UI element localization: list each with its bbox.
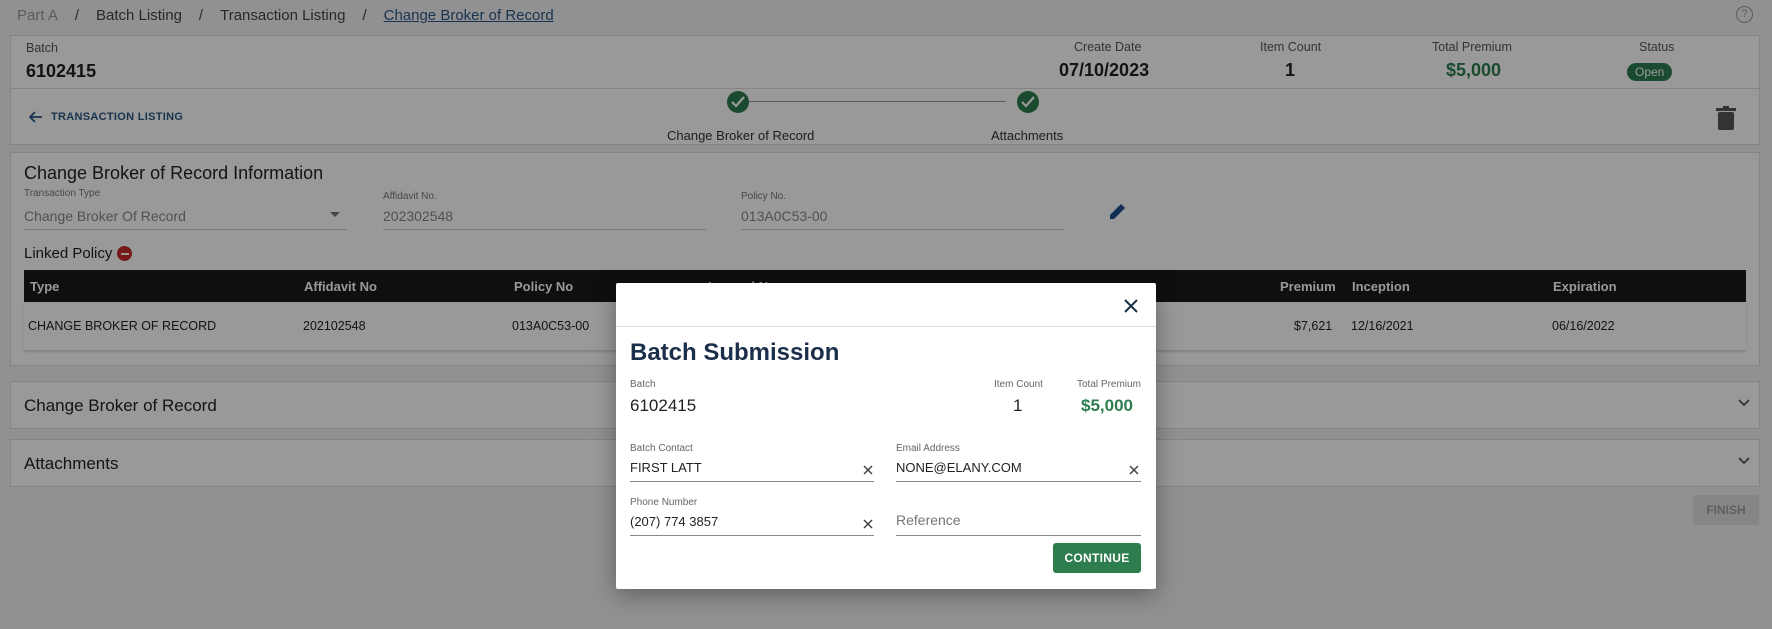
modal-item-count-value: 1 [1013, 396, 1023, 415]
phone-input[interactable]: (207) 774 3857 [630, 514, 718, 529]
field-underline [896, 535, 1141, 536]
close-icon[interactable] [1122, 297, 1140, 315]
modal-total-premium-value: $5,000 [1081, 396, 1133, 415]
phone-label: Phone Number [630, 497, 698, 508]
email-input[interactable]: NONE@ELANY.COM [896, 460, 1022, 475]
modal-item-count-label: Item Count [994, 379, 1043, 390]
field-underline [630, 535, 874, 536]
reference-input[interactable]: Reference [896, 512, 961, 528]
field-underline [630, 481, 874, 482]
email-label: Email Address [896, 443, 960, 454]
clear-icon[interactable] [1129, 465, 1139, 475]
batch-contact-input[interactable]: FIRST LATT [630, 460, 702, 475]
continue-button[interactable]: CONTINUE [1053, 543, 1141, 573]
modal-batch-label: Batch [630, 379, 656, 390]
modal-batch-value: 6102415 [630, 396, 697, 415]
batch-contact-label: Batch Contact [630, 443, 693, 454]
clear-icon[interactable] [863, 465, 873, 475]
modal-title: Batch Submission [630, 339, 840, 366]
batch-submission-dialog: Batch Submission Batch 6102415 Item Coun… [616, 283, 1156, 589]
field-underline [896, 481, 1141, 482]
modal-divider [616, 326, 1156, 327]
clear-icon[interactable] [863, 519, 873, 529]
modal-total-premium-label: Total Premium [1077, 379, 1141, 390]
